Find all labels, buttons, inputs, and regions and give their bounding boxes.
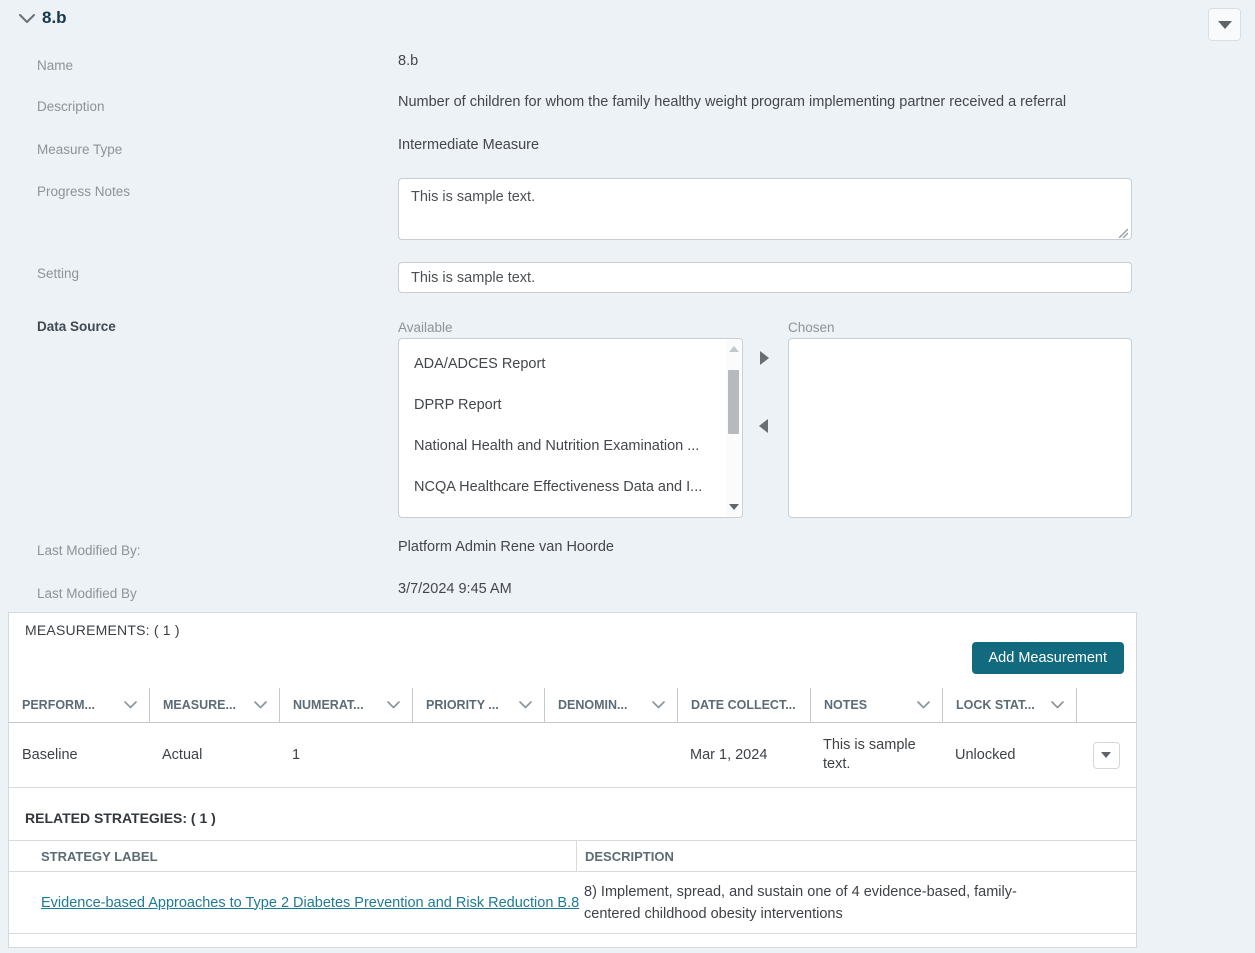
column-header-label: LOCK STAT... xyxy=(956,698,1035,712)
progress-notes-label: Progress Notes xyxy=(37,184,130,199)
available-items: ADA/ADCES ReportDPRP ReportNational Heal… xyxy=(399,344,725,508)
description-value: Number of children for whom the family h… xyxy=(398,94,1118,110)
column-header[interactable]: MEASURE... xyxy=(149,688,279,722)
last-modified-date-value: 3/7/2024 9:45 AM xyxy=(398,581,512,597)
scroll-up-icon[interactable] xyxy=(728,342,739,356)
measurement-cell xyxy=(544,723,677,787)
caret-down-icon xyxy=(1218,21,1232,29)
description-label: Description xyxy=(37,99,105,114)
measurement-cell: Baseline xyxy=(9,723,149,787)
scroll-thumb[interactable] xyxy=(728,370,739,434)
setting-label: Setting xyxy=(37,266,79,281)
description-column-header: DESCRIPTION xyxy=(576,841,1136,871)
last-modified-date-label: Last Modified By xyxy=(37,586,137,601)
column-header[interactable]: LOCK STAT... xyxy=(942,688,1076,722)
last-modified-by-label: Last Modified By: xyxy=(37,543,141,558)
measurement-cell xyxy=(412,723,544,787)
strategy-link[interactable]: Evidence-based Approaches to Type 2 Diab… xyxy=(41,895,579,911)
column-menu-icon[interactable] xyxy=(519,701,532,709)
column-header-label: NUMERAT... xyxy=(293,698,364,712)
related-strategy-row: Evidence-based Approaches to Type 2 Diab… xyxy=(9,872,1136,934)
column-header-label: DATE COLLECT... xyxy=(691,698,796,712)
related-strategies-header-row: STRATEGY LABEL DESCRIPTION xyxy=(9,840,1136,872)
column-header[interactable]: PRIORITY ... xyxy=(412,688,544,722)
column-header[interactable]: PERFORM... xyxy=(9,688,149,722)
strategy-description-cell: 8) Implement, spread, and sustain one of… xyxy=(576,872,1136,933)
column-header[interactable]: NUMERAT... xyxy=(279,688,412,722)
available-listbox[interactable]: ADA/ADCES ReportDPRP ReportNational Heal… xyxy=(398,338,743,518)
row-menu-button[interactable] xyxy=(1093,742,1120,769)
measurements-panel: MEASUREMENTS: ( 1 ) Add Measurement PERF… xyxy=(8,612,1137,948)
measurement-row[interactable]: BaselineActual1 Mar 1, 2024This is sample… xyxy=(9,723,1136,788)
chosen-label: Chosen xyxy=(788,320,835,335)
setting-input[interactable] xyxy=(398,262,1132,293)
measurement-cell: 1 xyxy=(279,723,412,787)
measurement-actions-cell xyxy=(1076,723,1136,787)
column-header-label: NOTES xyxy=(824,698,867,712)
move-to-available-button[interactable] xyxy=(759,419,768,433)
last-modified-by-value: Platform Admin Rene van Hoorde xyxy=(398,539,614,555)
column-menu-icon[interactable] xyxy=(254,701,267,709)
column-menu-icon[interactable] xyxy=(124,701,137,709)
column-menu-icon[interactable] xyxy=(1051,701,1064,709)
measurement-cell: Mar 1, 2024 xyxy=(677,723,810,787)
column-header-label: MEASURE... xyxy=(163,698,236,712)
scrollbar[interactable] xyxy=(726,340,741,516)
column-menu-icon[interactable] xyxy=(652,701,665,709)
chosen-listbox[interactable] xyxy=(788,338,1132,518)
available-list-item[interactable]: ADA/ADCES Report xyxy=(399,344,725,385)
related-strategies-section-title: RELATED STRATEGIES: ( 1 ) xyxy=(25,810,216,826)
column-menu-icon[interactable] xyxy=(917,701,930,709)
available-list-item[interactable]: National Health and Nutrition Examinatio… xyxy=(399,426,725,467)
column-header-label: DENOMIN... xyxy=(558,698,627,712)
column-header-label: PRIORITY ... xyxy=(426,698,499,712)
measurement-cell: Actual xyxy=(149,723,279,787)
scroll-down-icon[interactable] xyxy=(728,500,739,514)
column-header[interactable]: NOTES xyxy=(810,688,942,722)
column-menu-icon[interactable] xyxy=(387,701,400,709)
measure-type-label: Measure Type xyxy=(37,142,122,157)
measurement-cell: This is sample text. xyxy=(810,723,942,787)
column-header[interactable]: DATE COLLECT... xyxy=(677,688,810,722)
available-list-item[interactable]: NCQA Healthcare Effectiveness Data and I… xyxy=(399,467,725,508)
available-label: Available xyxy=(398,320,453,335)
strategy-label-cell: Evidence-based Approaches to Type 2 Diab… xyxy=(9,872,576,933)
data-source-label: Data Source xyxy=(37,319,116,334)
add-measurement-button[interactable]: Add Measurement xyxy=(972,642,1124,674)
measurements-header-row: PERFORM... MEASURE... NUMERAT... PRIORIT… xyxy=(9,688,1136,723)
caret-down-icon xyxy=(1101,752,1111,758)
available-list-item[interactable]: DPRP Report xyxy=(399,385,725,426)
section-menu-button[interactable] xyxy=(1208,8,1241,41)
measure-type-value: Intermediate Measure xyxy=(398,137,539,153)
page-title: 8.b xyxy=(42,8,67,28)
column-header-label: PERFORM... xyxy=(22,698,95,712)
progress-notes-textarea[interactable]: This is sample text. xyxy=(398,178,1132,240)
measurement-cell: Unlocked xyxy=(942,723,1076,787)
measurements-section-title: MEASUREMENTS: ( 1 ) xyxy=(25,622,180,638)
name-value: 8.b xyxy=(398,53,418,69)
name-label: Name xyxy=(37,58,73,73)
actions-column-header xyxy=(1076,688,1136,722)
column-header[interactable]: DENOMIN... xyxy=(544,688,677,722)
collapse-chevron-icon[interactable] xyxy=(19,14,35,24)
strategy-label-column-header: STRATEGY LABEL xyxy=(9,841,576,871)
move-to-chosen-button[interactable] xyxy=(760,351,769,365)
